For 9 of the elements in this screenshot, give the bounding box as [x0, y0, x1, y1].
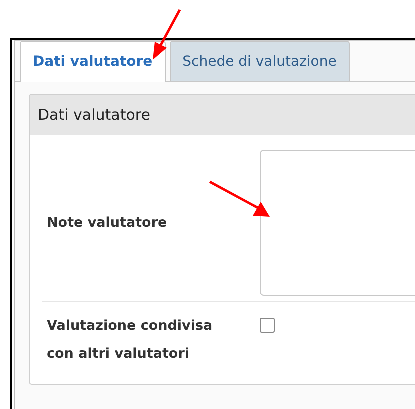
field-label: Note valutatore: [46, 214, 168, 233]
annotation-arrow: [150, 8, 182, 60]
checkbox[interactable]: [260, 318, 275, 333]
field-label: Valutazione condivisa con altri valutatori: [46, 317, 214, 364]
tab[interactable]: Dati valutatore: [20, 41, 166, 82]
panel-title: Dati valutatore: [38, 106, 150, 124]
tab[interactable]: Schede di valutazione: [170, 41, 350, 81]
notes-field[interactable]: [260, 150, 415, 296]
annotation-arrow: [208, 180, 272, 218]
